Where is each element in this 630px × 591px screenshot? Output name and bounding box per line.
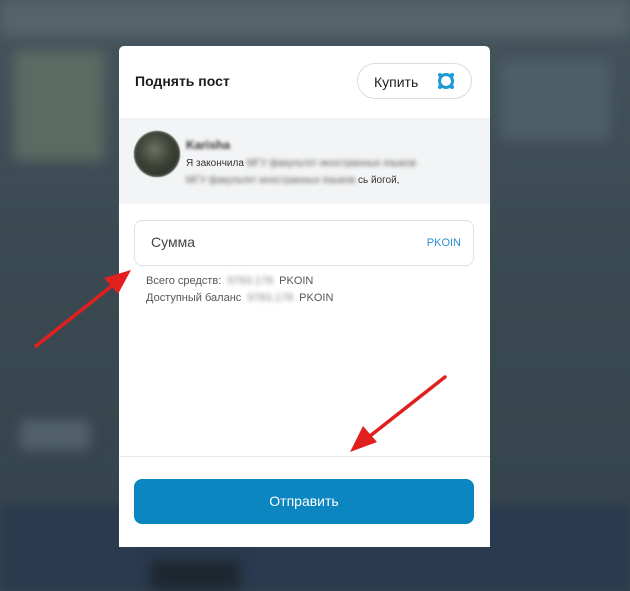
- avatar: [134, 131, 180, 177]
- post-excerpt-line-1: Я закончила МГУ факультет иностранных яз…: [186, 158, 416, 169]
- total-balance-unit: PKOIN: [279, 275, 314, 287]
- amount-currency: PKOIN: [426, 237, 461, 249]
- buy-button-label: Купить: [374, 74, 419, 90]
- available-balance: Доступный баланс 9783.178 PKOIN: [146, 292, 333, 304]
- post-excerpt-redacted: МГУ факультет иностранных языков: [246, 158, 416, 169]
- total-balance-label: Всего средств:: [146, 275, 222, 287]
- amount-field[interactable]: PKOIN: [134, 220, 474, 266]
- post-author: Karisha: [186, 138, 231, 152]
- background-panel: [500, 60, 610, 140]
- total-balance-value: 9783.178: [227, 275, 274, 287]
- background-thumbnail: [150, 560, 240, 590]
- background-header: [0, 0, 630, 36]
- background-image: [14, 50, 104, 160]
- send-button-label: Отправить: [269, 493, 339, 509]
- buy-button[interactable]: Купить: [357, 63, 472, 99]
- amount-input[interactable]: [151, 234, 411, 250]
- dialog-title: Поднять пост: [135, 73, 230, 89]
- total-balance: Всего средств: 9783.178 PKOIN: [146, 275, 313, 287]
- post-excerpt-line-2: МГУ факультет иностранных языков сь його…: [186, 175, 399, 186]
- footer-divider: [119, 456, 490, 457]
- background-text: [20, 420, 90, 450]
- post-excerpt-redacted: МГУ факультет иностранных языков: [186, 175, 356, 186]
- available-balance-unit: PKOIN: [299, 292, 334, 304]
- post-preview: Karisha Я закончила МГУ факультет иностр…: [119, 118, 490, 204]
- available-balance-value: 9783.178: [247, 292, 294, 304]
- boost-post-dialog: Поднять пост Купить Karisha Я закончила …: [119, 46, 490, 547]
- available-balance-label: Доступный баланс: [146, 292, 242, 304]
- dialog-header: Поднять пост Купить: [119, 46, 490, 118]
- post-excerpt-text: Я закончила: [186, 158, 244, 169]
- send-button[interactable]: Отправить: [134, 479, 474, 524]
- post-excerpt-text: сь йогой,: [357, 175, 400, 186]
- pkoin-coin-icon: [438, 73, 454, 89]
